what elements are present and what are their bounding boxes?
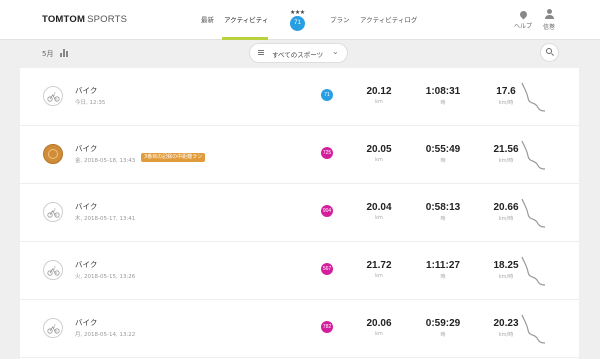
score-badge: 725 <box>321 147 333 159</box>
medal-icon <box>43 144 63 164</box>
bike-icon <box>43 260 63 280</box>
score-badge: 71 <box>321 89 333 101</box>
user-icon <box>546 9 552 14</box>
help-label: ヘルプ <box>513 23 532 30</box>
activity-date: 今日, 12:35 <box>75 100 106 106</box>
activity-date: 月, 2018-05-14, 13:22 <box>75 332 136 338</box>
bike-icon <box>43 318 63 338</box>
nav-activity-log[interactable]: アクティビティログ <box>360 14 417 24</box>
activity-date: 火, 2018-05-15, 13:26 <box>75 274 136 280</box>
bar-chart-icon[interactable] <box>60 49 68 57</box>
activity-row[interactable]: バイク 木, 2018-05-17, 13:41 904 20.04 km 0:5… <box>20 184 579 242</box>
search-button[interactable] <box>541 44 558 61</box>
record-tag: 3番目の記録の中距離ラン <box>141 153 206 162</box>
user-icon-body <box>544 15 554 19</box>
activity-row[interactable]: バイク 火, 2018-05-15, 13:26 567 21.72 km 1:1… <box>20 242 579 300</box>
route-map-thumbnail <box>521 140 546 170</box>
duration-stat: 1:11:27 時 <box>426 260 460 280</box>
logo-product: SPORTS <box>87 14 128 25</box>
activity-title: バイク <box>75 86 98 95</box>
distance-stat: 20.12 km <box>366 86 392 105</box>
duration-stat: 0:59:29 時 <box>425 318 461 338</box>
route-map-thumbnail <box>521 82 546 112</box>
help-button[interactable]: ヘルプ <box>511 9 535 30</box>
settings-label: 信巻 <box>542 24 555 31</box>
distance-stat: 20.06 km <box>366 318 392 337</box>
activity-row[interactable]: バイク 金, 2018-05-18, 13:43 3番目の記録の中距離ラン 72… <box>20 126 579 184</box>
route-map-thumbnail <box>521 314 546 344</box>
activity-title: バイク <box>75 202 98 211</box>
chevron-down-icon: ⌄ <box>332 47 339 56</box>
activity-title: バイク <box>75 144 98 153</box>
logo-brand: TOMTOM <box>42 14 86 25</box>
duration-stat: 0:58:13 時 <box>425 202 461 222</box>
nav-latest[interactable]: 最新 <box>201 14 214 24</box>
level-value: 71 <box>290 16 305 31</box>
bike-icon <box>43 86 63 106</box>
activity-list: バイク 今日, 12:35 71 20.12 km 1:08:31 時 17.6 km… <box>20 68 579 359</box>
activity-row[interactable]: バイク 月, 2018-05-14, 13:22 782 20.06 km 0:5… <box>20 300 579 358</box>
nav-active-indicator <box>222 37 268 40</box>
tomtom-sports-logo[interactable]: TOMTOM SPORTS <box>42 14 127 25</box>
distance-stat: 20.04 km <box>366 202 392 221</box>
sport-filter-value: すべてのスポーツ <box>272 51 324 59</box>
month-label: 5月 <box>42 50 54 58</box>
sport-filter-dropdown[interactable]: すべてのスポーツ ⌄ <box>250 44 347 62</box>
activity-date: 金, 2018-05-18, 13:43 <box>75 158 136 164</box>
duration-stat: 0:55:49 時 <box>425 144 461 164</box>
activity-title: バイク <box>75 260 98 269</box>
duration-stat: 1:08:31 時 <box>425 86 461 106</box>
route-map-thumbnail <box>521 198 546 228</box>
settings-button[interactable]: 信巻 <box>537 9 561 31</box>
level-stars: ★★★ <box>290 9 305 16</box>
top-header: TOMTOM SPORTS 最新 アクティビティ プラン アクティビティログ ★★… <box>0 0 600 40</box>
score-badge: 904 <box>321 205 333 217</box>
activity-title: バイク <box>75 318 98 327</box>
activity-date: 木, 2018-05-17, 13:41 <box>75 216 136 222</box>
distance-stat: 21.72 km <box>366 260 392 279</box>
route-map-thumbnail <box>521 256 546 286</box>
location-pin-icon <box>518 9 528 20</box>
score-badge: 567 <box>321 263 333 275</box>
nav-activities[interactable]: アクティビティ <box>224 14 268 24</box>
distance-stat: 20.05 km <box>366 144 392 163</box>
menu-icon <box>258 50 264 55</box>
score-badge: 782 <box>321 321 333 333</box>
activity-row[interactable]: バイク 今日, 12:35 71 20.12 km 1:08:31 時 17.6 km… <box>20 68 579 126</box>
bike-icon <box>43 202 63 222</box>
nav-plans[interactable]: プラン <box>330 14 350 24</box>
